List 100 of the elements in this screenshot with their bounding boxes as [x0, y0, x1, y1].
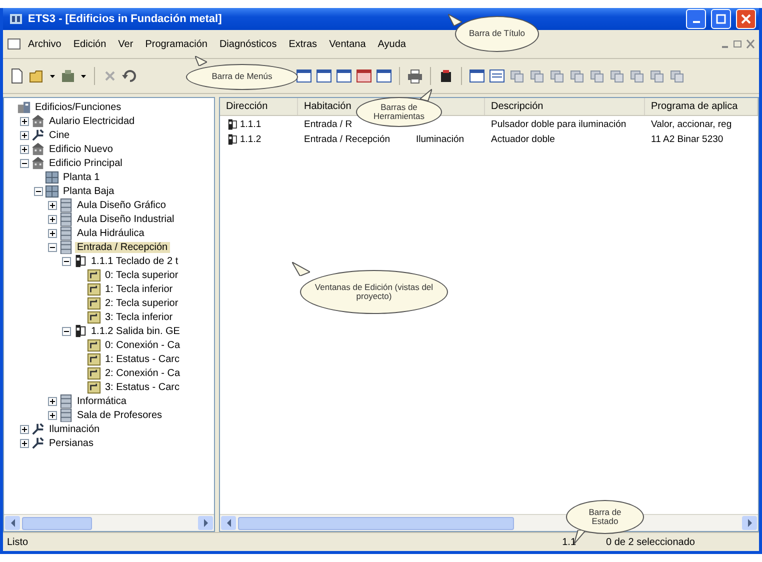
tree-item[interactable]: Planta Baja — [61, 186, 116, 196]
buildings-icon — [17, 100, 31, 114]
tree-item[interactable]: Entrada / Recepción — [75, 242, 170, 252]
expand-icon[interactable] — [20, 116, 29, 126]
tree-item[interactable]: 3: Estatus - Carc — [103, 382, 182, 392]
room-icon — [59, 212, 73, 226]
folder-icon[interactable] — [29, 68, 45, 84]
tree-item[interactable]: 0: Tecla superior — [103, 270, 180, 280]
status-address: 1.1 — [562, 536, 576, 548]
tree-item[interactable]: Aulario Electricidad — [47, 116, 137, 126]
room-icon — [59, 240, 73, 254]
tree-item[interactable]: 1: Tecla inferior — [103, 284, 175, 294]
table-cell: Valor, accionar, reg — [651, 118, 732, 130]
menu-item[interactable]: Ventana — [324, 36, 371, 52]
scroll-right-button[interactable] — [198, 516, 213, 530]
object-icon — [87, 282, 101, 296]
scroll-right-button[interactable] — [742, 516, 757, 530]
expand-icon[interactable] — [48, 200, 57, 210]
menu-item[interactable]: Archivo — [23, 36, 66, 52]
column-header[interactable]: Programa de aplica — [651, 101, 738, 112]
tree-item[interactable]: Edificio Principal — [47, 158, 124, 168]
device-icon — [226, 132, 238, 146]
expand-icon[interactable] — [20, 438, 29, 448]
tree-item[interactable]: Cine — [47, 130, 72, 140]
expand-icon[interactable] — [48, 214, 57, 224]
maximize-button[interactable] — [711, 9, 731, 29]
tree-item[interactable]: 2: Conexión - Ca — [103, 368, 182, 378]
collapse-icon[interactable] — [34, 186, 43, 196]
arrow-left-icon — [10, 519, 16, 527]
expand-icon[interactable] — [48, 396, 57, 406]
list-icon[interactable] — [489, 68, 505, 84]
tree-item[interactable]: Sala de Profesores — [75, 410, 164, 420]
new-document-icon[interactable] — [9, 68, 25, 84]
device-icon — [73, 254, 87, 268]
callout-pointer — [420, 89, 432, 101]
callout-pointer — [292, 262, 310, 276]
tree-item[interactable]: Edificios/Funciones — [33, 102, 124, 112]
menu-item[interactable]: Programación — [140, 36, 212, 52]
expand-icon[interactable] — [48, 228, 57, 238]
tree-item[interactable]: 3: Tecla inferior — [103, 312, 175, 322]
window-icon[interactable] — [316, 68, 332, 84]
room-icon — [59, 394, 73, 408]
horizontal-scrollbar[interactable] — [4, 514, 214, 531]
column-header[interactable]: Habitación — [304, 101, 352, 112]
menu-item[interactable]: Diagnósticos — [214, 36, 282, 52]
undo-icon[interactable] — [122, 68, 138, 84]
device-icon[interactable] — [438, 68, 454, 84]
tree-item[interactable]: 1: Estatus - Carc — [103, 354, 182, 364]
tree-item[interactable]: Planta 1 — [61, 172, 102, 182]
building-icon — [31, 142, 45, 156]
building-icon — [31, 156, 45, 170]
window-icon[interactable] — [376, 68, 392, 84]
status-selection: 0 de 2 seleccionado — [606, 536, 695, 548]
tree-item[interactable]: 1.1.1 Teclado de 2 t — [89, 256, 180, 266]
close-icon — [741, 14, 751, 24]
minimize-button[interactable] — [686, 9, 706, 29]
tree-item[interactable]: 0: Conexión - Ca — [103, 340, 182, 350]
scroll-left-button[interactable] — [5, 516, 20, 530]
collapse-icon[interactable] — [62, 256, 71, 266]
tree-item[interactable]: Edificio Nuevo — [47, 144, 115, 154]
tree-item[interactable]: Iluminación — [47, 424, 102, 434]
box-icon[interactable] — [60, 68, 76, 84]
collapse-icon[interactable] — [48, 242, 57, 252]
column-header[interactable]: Descripción — [491, 101, 544, 112]
table-cell: Pulsador doble para iluminación — [491, 118, 626, 130]
column-header[interactable]: Dirección — [226, 101, 268, 112]
expand-icon[interactable] — [20, 144, 29, 154]
collapse-icon[interactable] — [62, 326, 71, 336]
status-message: Listo — [7, 536, 28, 548]
menu-item[interactable]: Edición — [68, 36, 112, 52]
tree-item[interactable]: Aula Diseño Gráfico — [75, 200, 168, 210]
tree-item[interactable]: 1.1.2 Salida bin. GE — [89, 326, 182, 336]
window-icon[interactable] — [356, 68, 372, 84]
callout-pointer — [448, 14, 462, 26]
printer-icon[interactable] — [407, 68, 423, 84]
close-button[interactable] — [736, 9, 756, 29]
expand-icon[interactable] — [20, 424, 29, 434]
window-icon[interactable] — [469, 68, 485, 84]
maximize-icon — [716, 14, 726, 24]
window-icon[interactable] — [336, 68, 352, 84]
room-icon — [59, 226, 73, 240]
window-controls-icon[interactable] — [721, 39, 755, 49]
document-icon[interactable] — [7, 37, 21, 51]
menu-item[interactable]: Ayuda — [372, 36, 411, 52]
tree-item[interactable]: Aula Diseño Industrial — [75, 214, 176, 224]
menu-item[interactable]: Extras — [284, 36, 322, 52]
scroll-left-button[interactable] — [221, 516, 236, 530]
menu-item[interactable]: Ver — [113, 36, 138, 52]
expand-icon[interactable] — [48, 410, 57, 420]
callout-pointer — [195, 56, 207, 66]
room-icon — [59, 408, 73, 422]
table-cell: Entrada / R — [304, 118, 352, 130]
tree-item[interactable]: Informática — [75, 396, 128, 406]
tree-item[interactable]: Aula Hidráulica — [75, 228, 146, 238]
expand-icon[interactable] — [20, 130, 29, 140]
branch-icon — [31, 422, 45, 436]
collapse-icon[interactable] — [20, 158, 29, 168]
tree-item[interactable]: Persianas — [47, 438, 96, 448]
window-icon[interactable] — [296, 68, 312, 84]
tree-item[interactable]: 2: Tecla superior — [103, 298, 180, 308]
